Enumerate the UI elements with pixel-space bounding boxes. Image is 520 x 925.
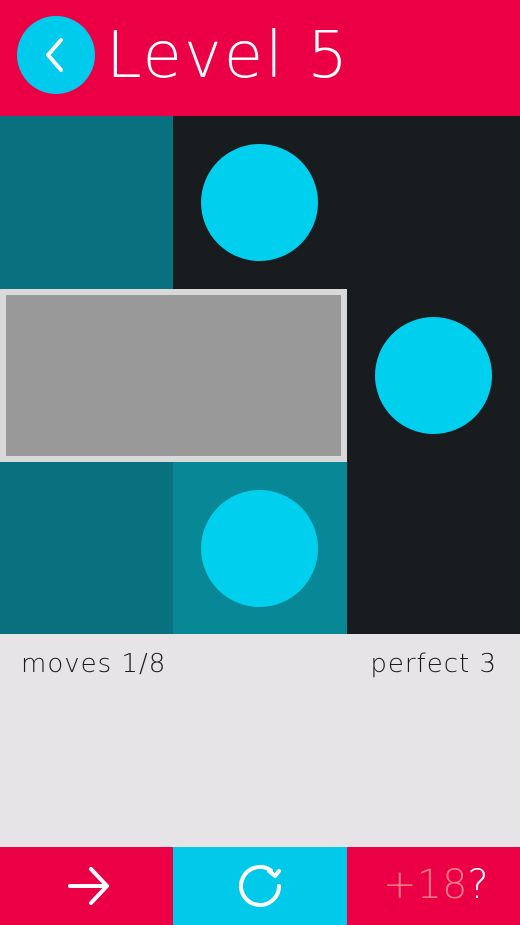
- level-title: Level 5: [106, 19, 350, 93]
- game-board: [0, 116, 520, 634]
- target-dot[interactable]: [375, 317, 492, 434]
- hint-label: +18?: [383, 860, 489, 910]
- info-panel: moves 1/8 perfect 3: [0, 634, 520, 847]
- restart-button[interactable]: [173, 847, 347, 925]
- hint-count: +18: [383, 862, 468, 908]
- moves-counter: moves 1/8: [21, 649, 167, 679]
- next-level-button[interactable]: [0, 847, 173, 925]
- movable-block[interactable]: [0, 289, 347, 462]
- header: Level 5: [0, 0, 520, 116]
- board-tile[interactable]: [347, 116, 520, 289]
- back-button[interactable]: [17, 16, 95, 94]
- board-tile[interactable]: [0, 116, 173, 289]
- bottom-bar: +18?: [0, 847, 520, 925]
- restart-icon: [239, 865, 281, 907]
- arrow-right-icon: [68, 867, 109, 905]
- question-icon: ?: [467, 862, 489, 908]
- target-dot[interactable]: [201, 144, 318, 261]
- board-tile[interactable]: [0, 462, 173, 634]
- hint-button[interactable]: +18?: [347, 847, 520, 925]
- perfect-score: perfect 3: [370, 649, 497, 679]
- target-dot[interactable]: [201, 490, 318, 607]
- board-tile[interactable]: [347, 462, 520, 634]
- chevron-left-icon: [46, 38, 63, 72]
